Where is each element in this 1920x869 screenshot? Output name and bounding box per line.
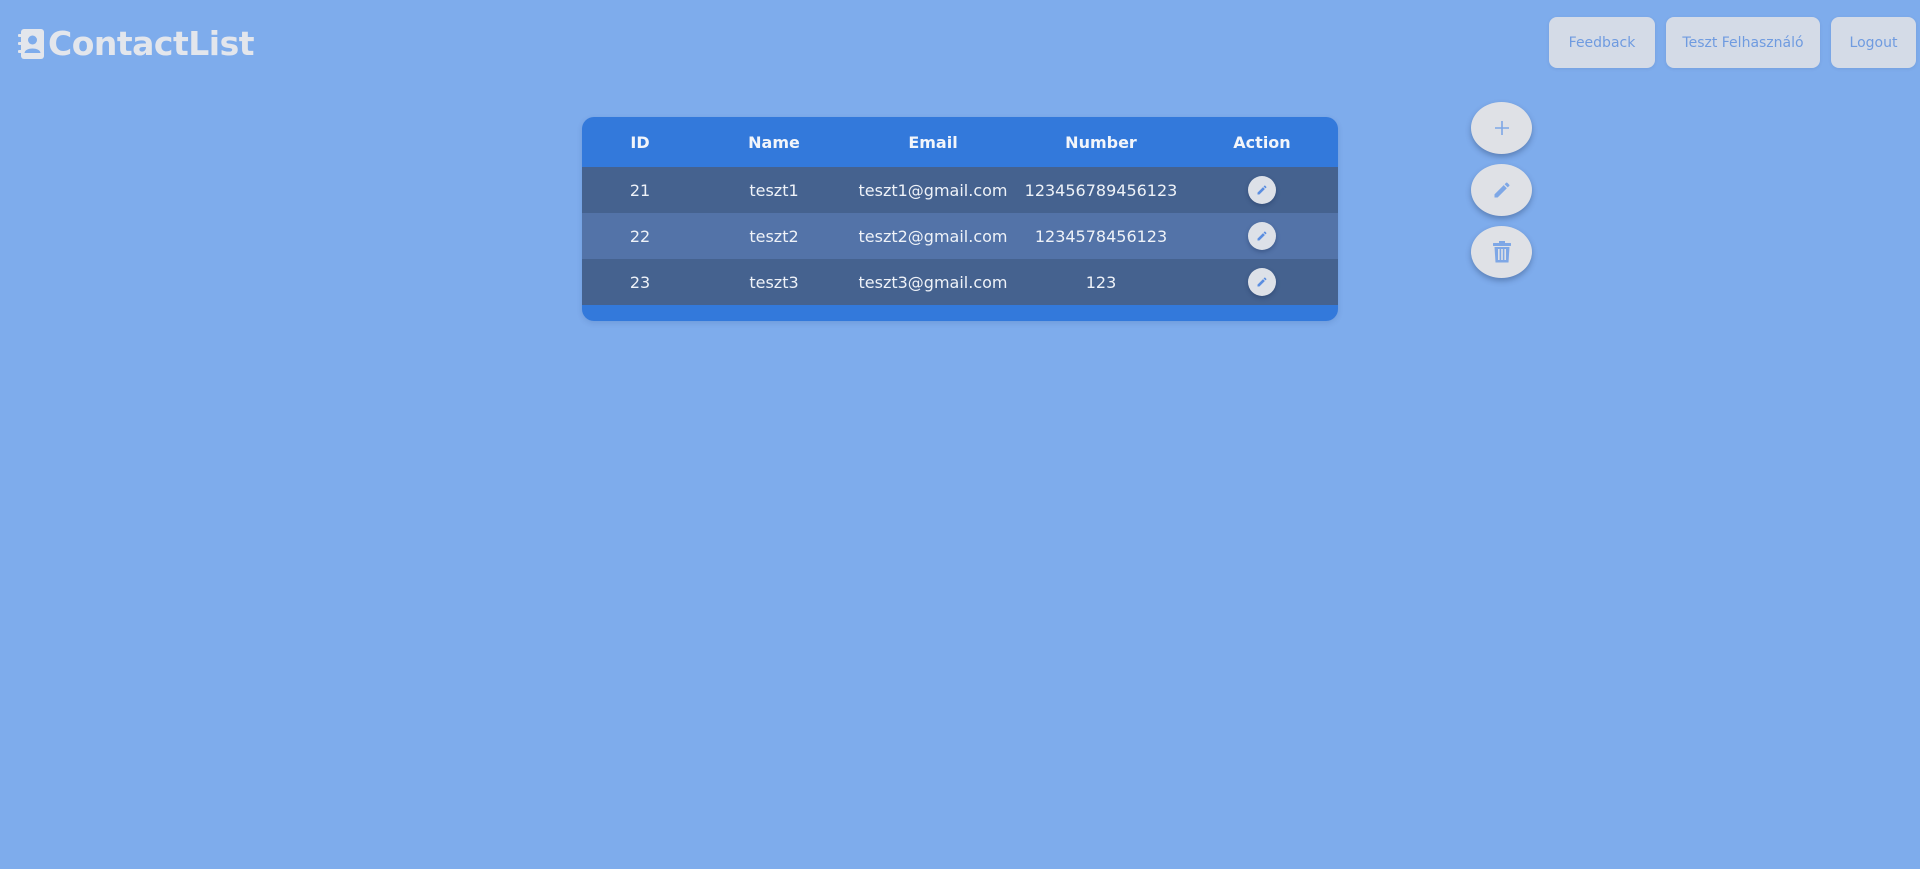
cell-id: 22 xyxy=(629,226,651,246)
trash-icon xyxy=(1492,241,1511,263)
cell-action xyxy=(1186,268,1338,296)
cell-email: teszt3@gmail.com xyxy=(858,272,1008,292)
pencil-icon xyxy=(1494,182,1510,198)
table-row: 23 teszt3 teszt3@gmail.com 123 xyxy=(582,259,1338,305)
cell-id: 21 xyxy=(629,180,651,200)
cell-name: teszt2 xyxy=(749,226,799,246)
table-header: ID Name Email Number Action xyxy=(582,117,1338,167)
column-header-email: Email xyxy=(908,132,958,152)
app-logo[interactable]: ContactList xyxy=(18,24,255,63)
feedback-button[interactable]: Feedback xyxy=(1549,17,1655,68)
contact-book-icon xyxy=(18,28,44,59)
row-edit-button[interactable] xyxy=(1248,176,1276,204)
edit-contact-button[interactable] xyxy=(1471,164,1532,216)
row-edit-button[interactable] xyxy=(1248,222,1276,250)
cell-action xyxy=(1186,222,1338,250)
cell-email: teszt1@gmail.com xyxy=(858,180,1008,200)
cell-action xyxy=(1186,176,1338,204)
contacts-table: ID Name Email Number Action 21 teszt1 te… xyxy=(582,117,1338,321)
delete-contact-button[interactable] xyxy=(1471,226,1532,278)
cell-number: 123 xyxy=(1085,272,1117,292)
page: ContactList Feedback Teszt Felhasználó L… xyxy=(0,0,1920,869)
pencil-icon xyxy=(1257,185,1267,195)
table-row: 22 teszt2 teszt2@gmail.com 1234578456123 xyxy=(582,213,1338,259)
add-contact-button[interactable] xyxy=(1471,102,1532,154)
plus-icon xyxy=(1494,121,1509,135)
app-title: ContactList xyxy=(48,24,255,63)
table-row: 21 teszt1 teszt1@gmail.com 1234567894561… xyxy=(582,167,1338,213)
cell-email: teszt2@gmail.com xyxy=(858,226,1008,246)
pencil-icon xyxy=(1257,231,1267,241)
pencil-icon xyxy=(1257,277,1267,287)
user-button[interactable]: Teszt Felhasználó xyxy=(1666,17,1820,68)
column-header-id: ID xyxy=(630,132,650,152)
column-header-name: Name xyxy=(748,132,800,152)
logout-button[interactable]: Logout xyxy=(1831,17,1916,68)
cell-name: teszt1 xyxy=(749,180,799,200)
cell-number: 123456789456123 xyxy=(1024,180,1178,200)
column-header-number: Number xyxy=(1065,132,1137,152)
cell-name: teszt3 xyxy=(749,272,799,292)
column-header-action: Action xyxy=(1233,132,1291,152)
cell-number: 1234578456123 xyxy=(1034,226,1168,246)
cell-id: 23 xyxy=(629,272,651,292)
row-edit-button[interactable] xyxy=(1248,268,1276,296)
